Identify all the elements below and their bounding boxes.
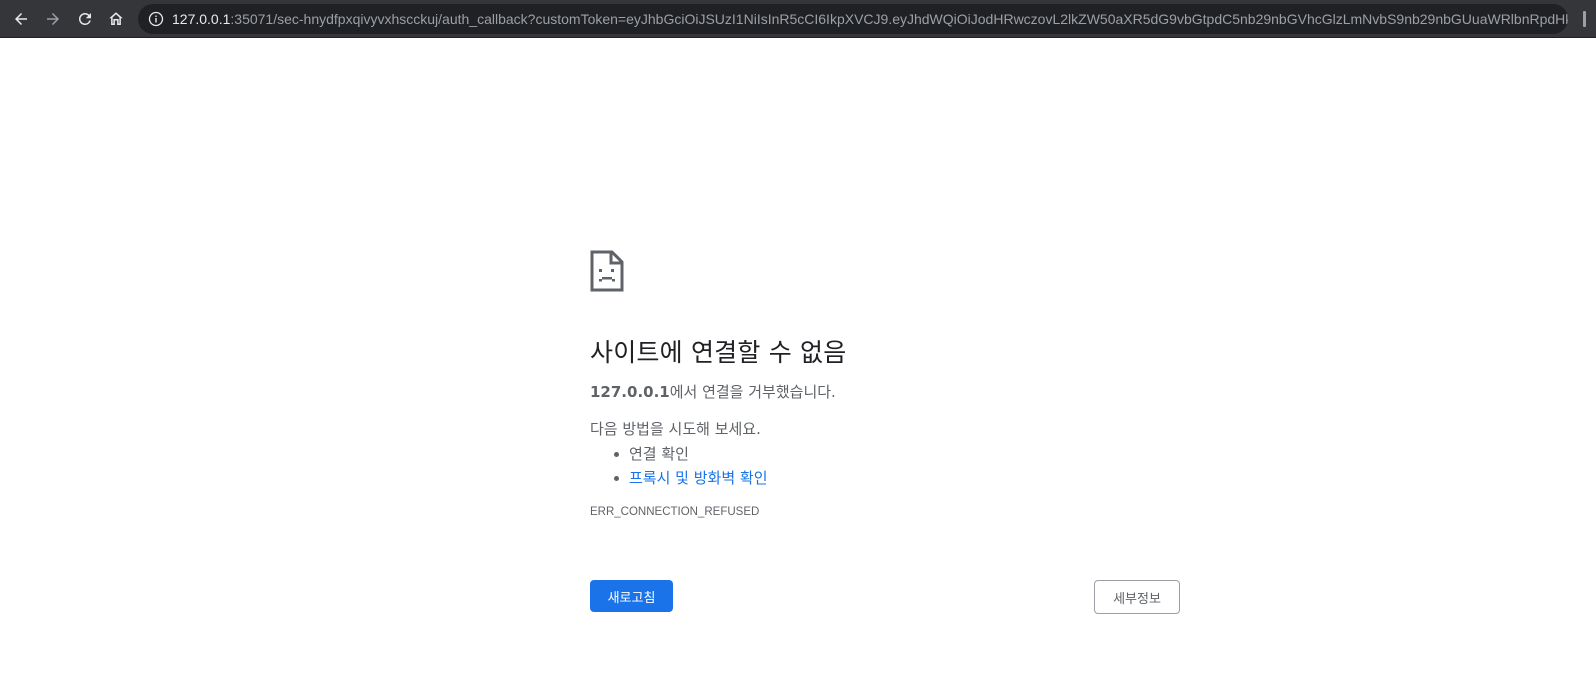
sad-page-icon bbox=[590, 250, 624, 292]
toolbar-edge-indicator bbox=[1583, 11, 1586, 27]
reload-button[interactable]: 새로고침 bbox=[590, 580, 673, 612]
info-icon[interactable] bbox=[148, 11, 164, 27]
error-description-suffix: 에서 연결을 거부했습니다. bbox=[669, 383, 836, 401]
back-button[interactable] bbox=[7, 5, 35, 33]
url-path: :35071/sec-hnydfpxqivyvxhscckuj/auth_cal… bbox=[230, 11, 1568, 27]
arrow-left-icon bbox=[15, 13, 27, 25]
home-icon bbox=[109, 12, 123, 25]
suggestions-list: 연결 확인 프록시 및 방화벽 확인 bbox=[590, 442, 1180, 490]
check-proxy-firewall-link[interactable]: 프록시 및 방화벽 확인 bbox=[629, 469, 768, 487]
details-button[interactable]: 세부정보 bbox=[1094, 580, 1180, 614]
url-text[interactable]: 127.0.0.1:35071/sec-hnydfpxqivyvxhscckuj… bbox=[172, 11, 1568, 27]
browser-toolbar: 127.0.0.1:35071/sec-hnydfpxqivyvxhscckuj… bbox=[0, 0, 1596, 38]
url-host: 127.0.0.1 bbox=[172, 11, 231, 27]
suggestion-check-proxy-firewall: 프록시 및 방화벽 확인 bbox=[590, 466, 1180, 490]
error-content: 사이트에 연결할 수 없음 127.0.0.1에서 연결을 거부했습니다. 다음… bbox=[590, 250, 1180, 518]
error-description: 127.0.0.1에서 연결을 거부했습니다. bbox=[590, 381, 1180, 403]
reload-page-button[interactable] bbox=[71, 5, 99, 33]
reload-icon bbox=[79, 12, 91, 25]
error-host: 127.0.0.1 bbox=[590, 383, 670, 401]
suggestions-heading: 다음 방법을 시도해 보세요. bbox=[590, 420, 761, 438]
error-code: ERR_CONNECTION_REFUSED bbox=[590, 506, 760, 518]
forward-button[interactable] bbox=[39, 5, 67, 33]
arrow-right-icon bbox=[47, 13, 59, 25]
home-button[interactable] bbox=[102, 5, 130, 33]
error-title: 사이트에 연결할 수 없음 bbox=[590, 338, 847, 367]
suggestion-check-connection: 연결 확인 bbox=[590, 442, 1180, 466]
address-bar[interactable]: 127.0.0.1:35071/sec-hnydfpxqivyvxhscckuj… bbox=[138, 4, 1568, 34]
